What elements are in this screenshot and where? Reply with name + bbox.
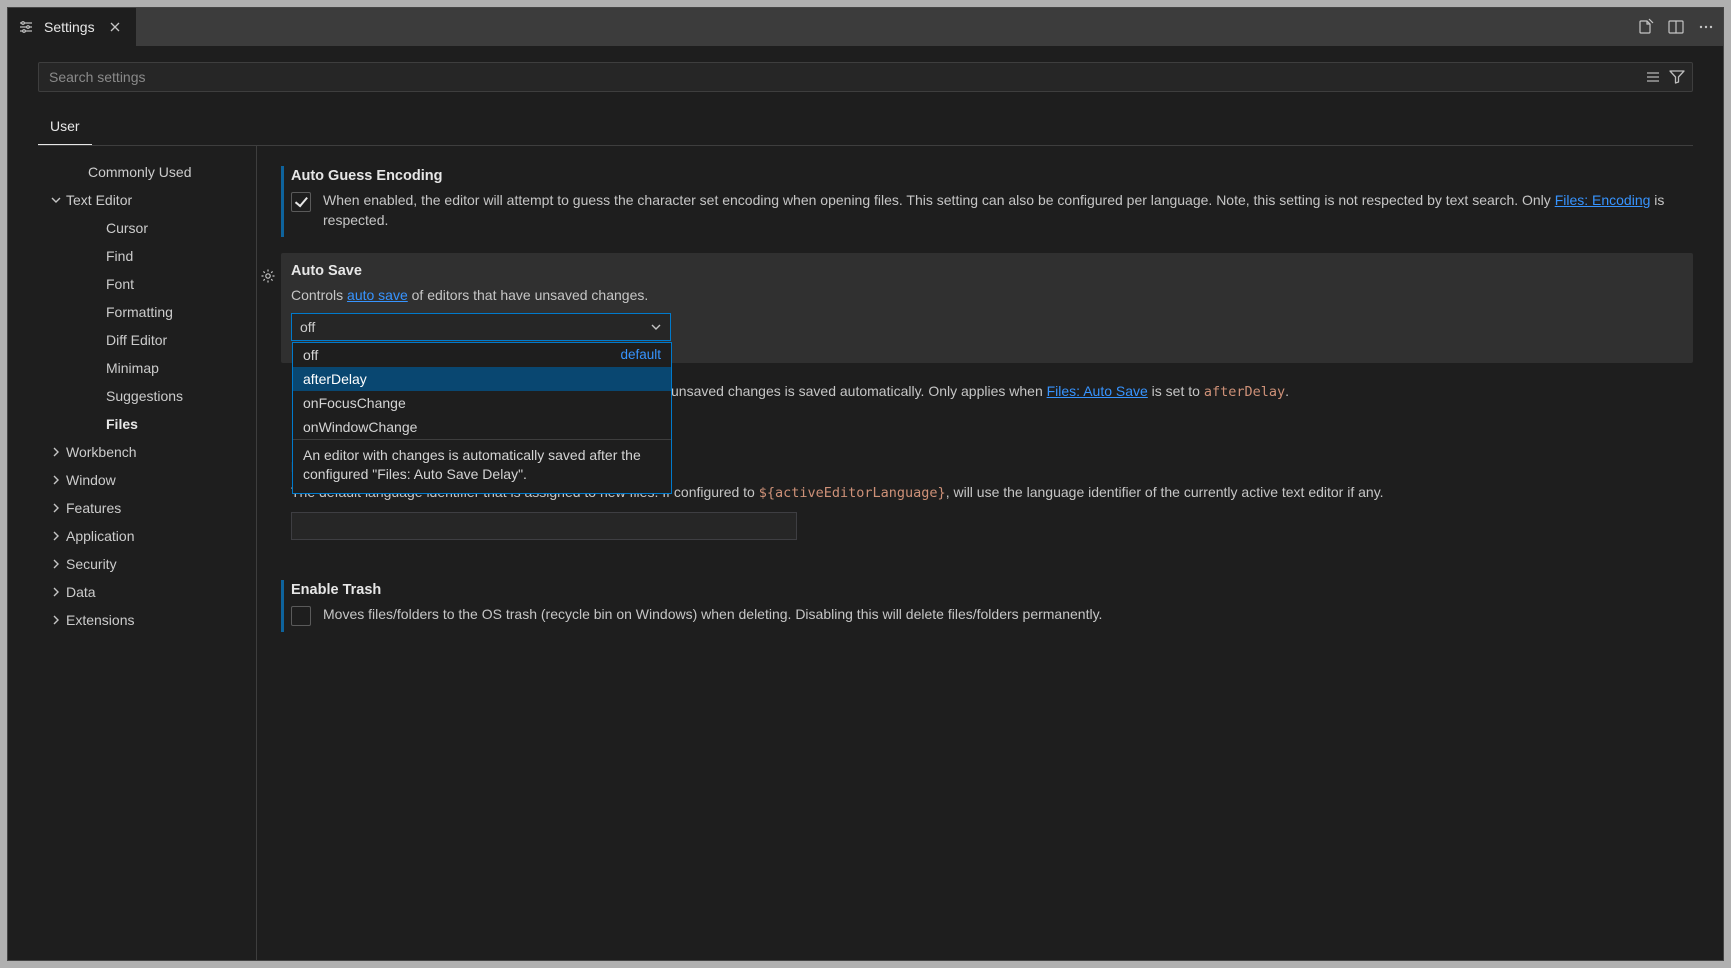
option-detail: An editor with changes is automatically … bbox=[293, 440, 671, 493]
option-on-window-change[interactable]: onWindowChange bbox=[293, 415, 671, 439]
toc-item-label: Minimap bbox=[90, 358, 159, 378]
toc-item-minimap[interactable]: Minimap bbox=[38, 354, 250, 382]
close-icon[interactable] bbox=[108, 20, 124, 34]
tab-settings[interactable]: Settings bbox=[8, 8, 136, 46]
auto-guess-encoding-checkbox[interactable] bbox=[291, 192, 311, 212]
toc-item-text-editor[interactable]: Text Editor bbox=[38, 186, 250, 214]
modified-indicator bbox=[281, 166, 284, 237]
chevron-right-icon bbox=[48, 474, 64, 486]
setting-enable-trash: Enable Trash Moves files/folders to the … bbox=[281, 572, 1693, 640]
toc-item-label: Cursor bbox=[90, 218, 148, 238]
chevron-right-icon bbox=[48, 502, 64, 514]
clear-search-icon[interactable] bbox=[1644, 68, 1662, 86]
toc-item-label: Suggestions bbox=[90, 386, 183, 406]
toc-item-label: Extensions bbox=[66, 610, 134, 630]
files-encoding-link[interactable]: Files: Encoding bbox=[1555, 192, 1651, 208]
settings-scope-tabs: User bbox=[38, 108, 1693, 146]
toc-item-application[interactable]: Application bbox=[38, 522, 250, 550]
chevron-right-icon bbox=[48, 446, 64, 458]
toc-item-workbench[interactable]: Workbench bbox=[38, 438, 250, 466]
toc-item-find[interactable]: Find bbox=[38, 242, 250, 270]
setting-auto-save: Auto Save Controls auto save of editors … bbox=[281, 253, 1693, 363]
code-after-delay: afterDelay bbox=[1204, 384, 1285, 400]
toc-item-label: Text Editor bbox=[66, 190, 132, 210]
toc-item-label: Font bbox=[90, 274, 134, 294]
setting-description: When enabled, the editor will attempt to… bbox=[323, 190, 1683, 231]
toc-item-label: Features bbox=[66, 498, 121, 518]
auto-save-dropdown: off default afterDelay onFocusChange onW… bbox=[292, 342, 672, 494]
files-auto-save-link[interactable]: Files: Auto Save bbox=[1047, 383, 1148, 399]
setting-title: Enable Trash bbox=[291, 582, 1683, 598]
toc-item-label: Window bbox=[66, 470, 116, 490]
setting-description: Controls auto save of editors that have … bbox=[291, 285, 1683, 305]
toc-item-font[interactable]: Font bbox=[38, 270, 250, 298]
more-actions-icon[interactable] bbox=[1697, 18, 1715, 36]
setting-description: Moves files/folders to the OS trash (rec… bbox=[323, 604, 1102, 624]
gear-icon[interactable] bbox=[259, 267, 277, 285]
toc-item-label: Security bbox=[66, 554, 117, 574]
toc-item-suggestions[interactable]: Suggestions bbox=[38, 382, 250, 410]
toc-item-features[interactable]: Features bbox=[38, 494, 250, 522]
setting-title: Auto Guess Encoding bbox=[291, 168, 1683, 184]
toc-item-diff-editor[interactable]: Diff Editor bbox=[38, 326, 250, 354]
option-after-delay[interactable]: afterDelay bbox=[293, 367, 671, 391]
settings-toc: Commonly Used Text Editor Cursor Find Font Fo… bbox=[38, 146, 250, 960]
code-active-editor-language: ${activeEditorLanguage} bbox=[759, 485, 946, 501]
toc-item-label: Diff Editor bbox=[90, 330, 167, 350]
chevron-right-icon bbox=[48, 530, 64, 542]
tabbar-actions bbox=[1629, 8, 1723, 46]
tab-title: Settings bbox=[44, 19, 95, 35]
filter-icon[interactable] bbox=[1668, 68, 1686, 86]
toc-item-label: Application bbox=[66, 526, 135, 546]
auto-save-select[interactable]: off off default afterDelay bbox=[291, 313, 671, 341]
toc-item-label: Find bbox=[90, 246, 133, 266]
open-settings-json-icon[interactable] bbox=[1637, 18, 1655, 36]
chevron-right-icon bbox=[48, 586, 64, 598]
split-editor-icon[interactable] bbox=[1667, 18, 1685, 36]
toc-item-label: Files bbox=[90, 414, 138, 434]
editor-tab-bar: Settings bbox=[8, 8, 1723, 46]
setting-title: Auto Save bbox=[291, 263, 1683, 279]
toc-item-cursor[interactable]: Cursor bbox=[38, 214, 250, 242]
toc-item-formatting[interactable]: Formatting bbox=[38, 298, 250, 326]
enable-trash-checkbox[interactable] bbox=[291, 606, 311, 626]
modified-indicator bbox=[281, 580, 284, 632]
chevron-down-icon bbox=[648, 319, 664, 335]
toc-item-commonly-used[interactable]: Commonly Used bbox=[38, 158, 250, 186]
scope-tab-user[interactable]: User bbox=[38, 108, 92, 145]
toc-item-security[interactable]: Security bbox=[38, 550, 250, 578]
setting-auto-guess-encoding: Auto Guess Encoding When enabled, the ed… bbox=[281, 158, 1693, 245]
chevron-down-icon bbox=[48, 194, 64, 206]
toc-item-extensions[interactable]: Extensions bbox=[38, 606, 250, 634]
toc-item-data[interactable]: Data bbox=[38, 578, 250, 606]
toc-item-label: Commonly Used bbox=[64, 162, 191, 182]
toc-item-label: Data bbox=[66, 582, 96, 602]
chevron-right-icon bbox=[48, 558, 64, 570]
default-language-input[interactable] bbox=[291, 512, 797, 540]
toc-item-label: Formatting bbox=[90, 302, 173, 322]
search-input[interactable] bbox=[39, 63, 1644, 91]
settings-content: Auto Guess Encoding When enabled, the ed… bbox=[256, 146, 1693, 960]
settings-tab-icon bbox=[18, 19, 34, 35]
chevron-right-icon bbox=[48, 614, 64, 626]
toc-item-label: Workbench bbox=[66, 442, 137, 462]
auto-save-link[interactable]: auto save bbox=[347, 287, 408, 303]
select-value: off bbox=[300, 319, 315, 335]
option-on-focus-change[interactable]: onFocusChange bbox=[293, 391, 671, 415]
toc-item-window[interactable]: Window bbox=[38, 466, 250, 494]
option-off[interactable]: off default bbox=[293, 343, 671, 367]
toc-item-files[interactable]: Files bbox=[38, 410, 250, 438]
settings-search-box[interactable] bbox=[38, 62, 1693, 92]
